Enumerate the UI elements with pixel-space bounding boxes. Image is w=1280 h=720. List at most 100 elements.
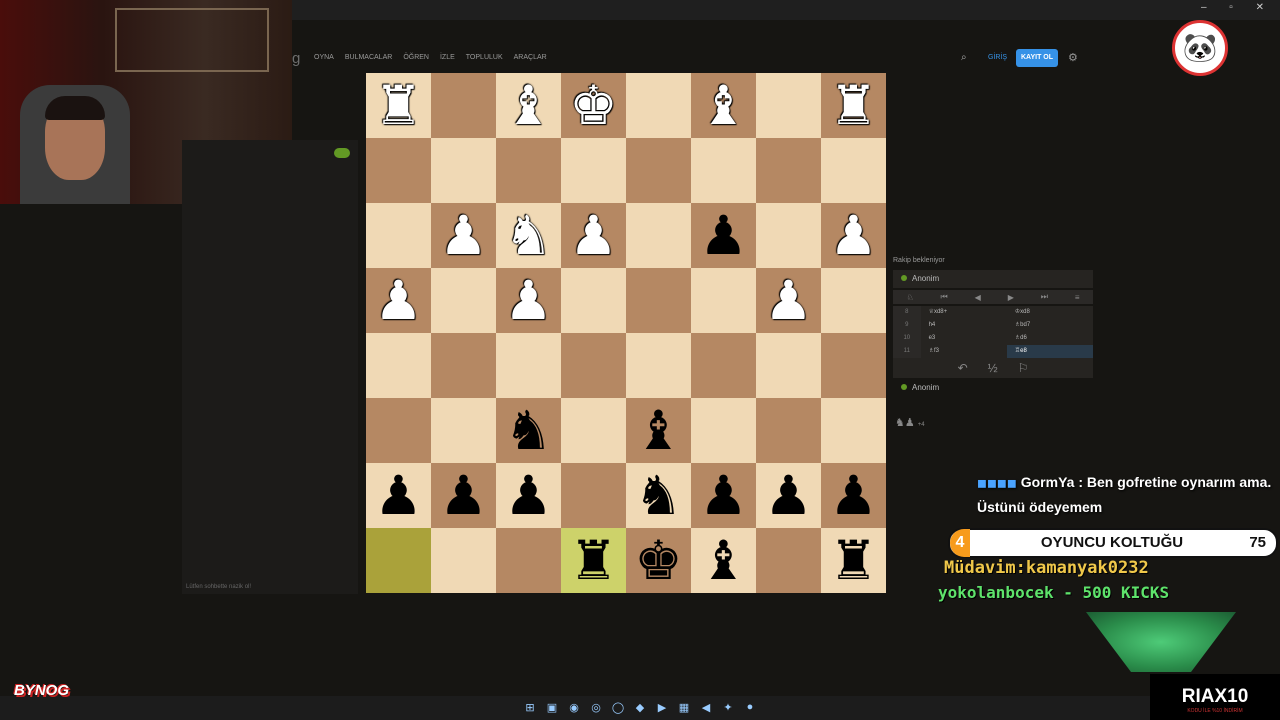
board-square[interactable] — [821, 138, 886, 203]
board-square[interactable]: ♚ — [626, 528, 691, 593]
search-icon[interactable]: ⌕ — [961, 52, 967, 63]
chess-piece[interactable]: ♟ — [439, 468, 487, 523]
board-square[interactable]: ♟ — [496, 268, 561, 333]
chess-piece[interactable]: ♞ — [504, 403, 552, 458]
board-square[interactable]: ♟ — [496, 463, 561, 528]
last-move-icon[interactable]: ⏭ — [1041, 292, 1048, 302]
board-square[interactable] — [691, 333, 756, 398]
board-square[interactable] — [691, 398, 756, 463]
chess-piece[interactable]: ♟ — [504, 468, 552, 523]
chess-piece[interactable]: ♟ — [699, 468, 747, 523]
board-square[interactable]: ♟ — [691, 463, 756, 528]
chess-piece[interactable]: ♟ — [504, 273, 552, 328]
nav-learn[interactable]: ÖĞREN — [403, 54, 429, 61]
chess-board[interactable]: ♜ ♝ ♚ ♝ ♜ ♟ ♞ ♟ ♟ ♟ ♟ ♟ ♟ ♞ ♝ ♟ ♟ ♟ ♞ ♟ ♟ ♟ ♜ ♚ ♝ ♜ — [366, 73, 886, 593]
chat-input[interactable]: Lütfen sohbette nazik ol! — [186, 584, 251, 590]
move-white[interactable]: ♕xd8+ — [921, 306, 1007, 319]
board-square[interactable] — [496, 333, 561, 398]
board-square[interactable]: ♟ — [756, 268, 821, 333]
chess-piece[interactable]: ♟ — [439, 208, 487, 263]
board-square[interactable] — [431, 398, 496, 463]
board-square[interactable] — [496, 138, 561, 203]
board-square[interactable] — [496, 528, 561, 593]
board-square[interactable]: ♟ — [821, 203, 886, 268]
board-square[interactable]: ♚ — [561, 73, 626, 138]
move-white[interactable]: e3 — [921, 332, 1007, 345]
board-square[interactable]: ♝ — [496, 73, 561, 138]
board-square[interactable] — [691, 268, 756, 333]
chess-piece[interactable]: ♞ — [634, 468, 682, 523]
board-square[interactable] — [366, 138, 431, 203]
chess-piece[interactable]: ♝ — [634, 403, 682, 458]
board-square[interactable] — [431, 73, 496, 138]
settings-gear-icon[interactable]: ⚙ — [1068, 51, 1078, 64]
nav-watch[interactable]: İZLE — [440, 54, 455, 61]
nav-tools[interactable]: ARAÇLAR — [514, 54, 547, 61]
chrome-icon[interactable]: ◎ — [589, 700, 603, 714]
board-square[interactable] — [756, 333, 821, 398]
window-controls[interactable]: – ▫ ✕ — [1201, 2, 1274, 13]
board-square[interactable] — [431, 138, 496, 203]
chess-piece[interactable]: ♝ — [699, 78, 747, 133]
nav-puzzles[interactable]: BULMACALAR — [345, 54, 392, 61]
chess-piece[interactable]: ♜ — [374, 78, 422, 133]
board-square[interactable] — [366, 398, 431, 463]
board-square[interactable] — [561, 398, 626, 463]
chess-piece[interactable]: ♝ — [699, 533, 747, 588]
takeback-icon[interactable]: ↶ — [958, 361, 968, 375]
board-square[interactable] — [756, 528, 821, 593]
board-square[interactable]: ♝ — [691, 73, 756, 138]
board-square[interactable]: ♟ — [561, 203, 626, 268]
chess-piece[interactable]: ♟ — [829, 468, 877, 523]
taskbar-app-icon[interactable]: ▦ — [677, 700, 691, 714]
board-square[interactable] — [626, 138, 691, 203]
board-square[interactable] — [431, 333, 496, 398]
board-square[interactable]: ♟ — [691, 203, 756, 268]
board-square[interactable] — [561, 333, 626, 398]
board-square[interactable]: ♟ — [821, 463, 886, 528]
board-square[interactable]: ♟ — [431, 463, 496, 528]
board-square[interactable]: ♜ — [366, 73, 431, 138]
chess-piece[interactable]: ♚ — [569, 78, 617, 133]
board-square[interactable] — [756, 203, 821, 268]
site-logo[interactable]: g — [292, 50, 300, 67]
login-link[interactable]: GİRİŞ — [988, 54, 1007, 61]
board-square[interactable] — [431, 268, 496, 333]
chess-piece[interactable]: ♟ — [374, 273, 422, 328]
board-square[interactable]: ♝ — [626, 398, 691, 463]
resign-flag-icon[interactable]: ⚐ — [1018, 361, 1029, 375]
board-square[interactable] — [756, 138, 821, 203]
chess-piece[interactable]: ♟ — [374, 468, 422, 523]
chess-piece[interactable]: ♜ — [829, 533, 877, 588]
board-square[interactable] — [626, 73, 691, 138]
chess-piece[interactable]: ♟ — [699, 208, 747, 263]
taskbar-app-icon[interactable]: ◀ — [699, 700, 713, 714]
first-move-icon[interactable]: ⏮ — [941, 292, 948, 302]
board-square[interactable]: ♟ — [366, 463, 431, 528]
menu-icon[interactable]: ≡ — [1075, 293, 1080, 302]
board-square[interactable]: ♞ — [626, 463, 691, 528]
move-black[interactable]: ♗d6 — [1007, 332, 1093, 345]
signup-button[interactable]: KAYIT OL — [1016, 49, 1058, 67]
board-square[interactable] — [821, 398, 886, 463]
board-square[interactable] — [366, 528, 431, 593]
nav-play[interactable]: OYNA — [314, 54, 334, 61]
board-square[interactable]: ♞ — [496, 398, 561, 463]
taskbar-app-icon[interactable]: ● — [743, 700, 757, 714]
board-square[interactable] — [626, 333, 691, 398]
board-square[interactable] — [366, 203, 431, 268]
chess-piece[interactable]: ♟ — [764, 468, 812, 523]
chess-piece[interactable]: ♚ — [634, 533, 682, 588]
move-white[interactable]: ♗f3 — [921, 345, 1007, 358]
board-square[interactable] — [626, 268, 691, 333]
chess-piece[interactable]: ♝ — [504, 78, 552, 133]
board-square[interactable] — [561, 268, 626, 333]
board-square[interactable] — [821, 268, 886, 333]
board-square[interactable] — [691, 138, 756, 203]
opera-icon[interactable]: ◯ — [611, 700, 625, 714]
board-square[interactable]: ♝ — [691, 528, 756, 593]
flip-board-icon[interactable]: ♘ — [906, 293, 913, 302]
board-square[interactable] — [431, 528, 496, 593]
move-black-current[interactable]: ♖e8 — [1006, 345, 1093, 358]
chess-piece[interactable]: ♜ — [829, 78, 877, 133]
